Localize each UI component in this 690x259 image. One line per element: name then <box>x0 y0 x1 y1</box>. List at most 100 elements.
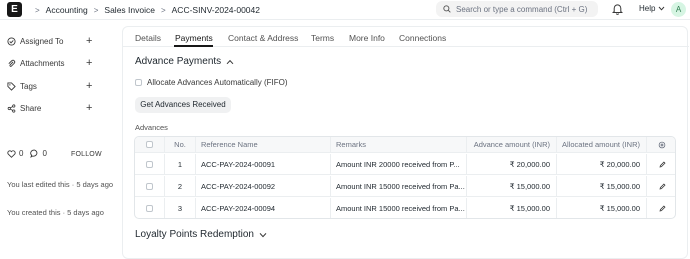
edit-icon[interactable] <box>659 205 666 212</box>
edit-icon[interactable] <box>659 160 666 168</box>
sidebar-assigned-to[interactable]: Assigned To <box>7 35 97 47</box>
row-remarks[interactable]: Amount INR 15000 received from Pa... <box>331 198 467 218</box>
search-icon <box>443 5 451 13</box>
row-checkbox[interactable] <box>146 182 153 190</box>
row-advance-amount[interactable]: ₹ 15,000.00 <box>467 176 557 196</box>
breadcrumb-accounting[interactable]: Accounting <box>46 5 88 15</box>
column-header-allocated: Allocated amount (INR) <box>557 137 647 152</box>
row-allocated-amount[interactable]: ₹ 20,000.00 <box>557 154 647 174</box>
allocate-advances-checkbox[interactable] <box>135 79 142 86</box>
last-edited-text: You last edited this · 5 days ago <box>7 180 114 189</box>
avatar[interactable]: A <box>671 2 686 17</box>
advance-payments-title: Advance Payments <box>135 56 222 67</box>
breadcrumb-sales-invoice[interactable]: Sales Invoice <box>104 5 155 15</box>
chevron-up-icon <box>226 59 234 64</box>
app-logo[interactable]: E <box>7 2 22 17</box>
row-reference[interactable]: ACC-PAY-2024-00091 <box>196 154 331 174</box>
tab-more-info[interactable]: More Info <box>349 33 385 43</box>
chevron-down-icon <box>659 6 665 11</box>
row-select-cell <box>135 154 165 174</box>
chevron-right-icon: > <box>160 5 166 15</box>
row-advance-amount[interactable]: ₹ 15,000.00 <box>467 198 557 218</box>
column-header-remarks: Remarks <box>331 137 467 152</box>
form-panel: Details Payments Contact & Address Terms… <box>122 26 689 259</box>
row-remarks[interactable]: Amount INR 20000 received from P... <box>331 154 467 174</box>
tab-connections[interactable]: Connections <box>399 33 446 43</box>
advance-payments-header[interactable]: Advance Payments <box>135 56 234 67</box>
row-reference[interactable]: ACC-PAY-2024-00092 <box>196 176 331 196</box>
comments-count: 0 <box>42 149 47 158</box>
column-settings-cell <box>647 137 675 152</box>
assign-icon <box>7 36 17 46</box>
table-header: No. Reference Name Remarks Advance amoun… <box>135 137 675 153</box>
active-tab-indicator <box>174 45 213 47</box>
allocate-advances-field[interactable]: Allocate Advances Automatically (FIFO) <box>135 78 288 87</box>
comment-icon[interactable] <box>30 149 39 158</box>
row-edit-cell <box>647 154 675 174</box>
row-select-cell <box>135 198 165 218</box>
chevron-right-icon: > <box>35 5 40 15</box>
sidebar-tags[interactable]: Tags <box>7 80 97 92</box>
row-remarks[interactable]: Amount INR 15000 received from Pa... <box>331 176 467 196</box>
row-allocated-amount[interactable]: ₹ 15,000.00 <box>557 176 647 196</box>
table-row[interactable]: 2 ACC-PAY-2024-00092 Amount INR 15000 re… <box>135 176 675 197</box>
allocate-advances-label: Allocate Advances Automatically (FIFO) <box>147 78 288 87</box>
tab-contact-address[interactable]: Contact & Address <box>228 33 298 43</box>
sidebar-attachments-label: Attachments <box>20 58 65 68</box>
row-checkbox[interactable] <box>146 205 153 212</box>
heart-icon[interactable] <box>7 149 16 158</box>
row-reference[interactable]: ACC-PAY-2024-00094 <box>196 198 331 218</box>
column-header-no: No. <box>165 137 196 152</box>
follow-button[interactable]: FOLLOW <box>71 151 102 158</box>
table-row[interactable]: 3 ACC-PAY-2024-00094 Amount INR 15000 re… <box>135 198 675 218</box>
sidebar-assigned-to-label: Assigned To <box>20 36 64 46</box>
help-label: Help <box>639 4 656 13</box>
add-assignee-icon[interactable]: + <box>86 35 92 47</box>
help-menu[interactable]: Help <box>639 4 665 13</box>
row-edit-cell <box>647 198 675 218</box>
share-icon <box>7 103 17 113</box>
get-advances-button[interactable]: Get Advances Received <box>135 97 231 113</box>
table-row[interactable]: 1 ACC-PAY-2024-00091 Amount INR 20000 re… <box>135 154 675 175</box>
add-attachment-icon[interactable]: + <box>86 57 92 69</box>
chevron-right-icon: > <box>93 5 99 15</box>
breadcrumb: > Accounting > Sales Invoice > ACC-SINV-… <box>29 3 260 17</box>
created-text: You created this · 5 days ago <box>7 208 104 217</box>
tab-details[interactable]: Details <box>135 33 161 43</box>
advances-table: No. Reference Name Remarks Advance amoun… <box>134 136 676 219</box>
loyalty-points-title: Loyalty Points Redemption <box>135 229 254 240</box>
social-stats: 0 0 <box>7 149 47 158</box>
add-share-icon[interactable]: + <box>86 102 92 114</box>
tag-icon <box>7 81 17 91</box>
row-no: 2 <box>165 176 196 196</box>
row-allocated-amount[interactable]: ₹ 15,000.00 <box>557 198 647 218</box>
row-edit-cell <box>647 176 675 196</box>
column-header-reference: Reference Name <box>196 137 331 152</box>
select-all-checkbox[interactable] <box>146 141 153 148</box>
sidebar-share[interactable]: Share <box>7 102 97 114</box>
tab-payments[interactable]: Payments <box>175 33 213 43</box>
row-select-cell <box>135 176 165 196</box>
row-no: 3 <box>165 198 196 218</box>
breadcrumb-document[interactable]: ACC-SINV-2024-00042 <box>172 5 260 15</box>
edit-icon[interactable] <box>659 182 666 190</box>
tab-terms[interactable]: Terms <box>311 33 334 43</box>
advances-table-label: Advances <box>135 123 168 132</box>
top-navbar: E > Accounting > Sales Invoice > ACC-SIN… <box>0 0 690 20</box>
loyalty-points-header[interactable]: Loyalty Points Redemption <box>135 229 267 240</box>
row-no: 1 <box>165 154 196 174</box>
search-input[interactable] <box>456 4 596 14</box>
form-sidebar: Assigned To + Attachments + Tags + Share… <box>0 20 122 259</box>
add-tag-icon[interactable]: + <box>86 80 92 92</box>
row-advance-amount[interactable]: ₹ 20,000.00 <box>467 154 557 174</box>
chevron-down-icon <box>259 232 267 237</box>
select-all-cell <box>135 137 165 152</box>
gear-icon[interactable] <box>658 141 666 149</box>
form-tabs: Details Payments Contact & Address Terms… <box>123 27 689 47</box>
bell-icon[interactable] <box>612 3 623 15</box>
row-checkbox[interactable] <box>146 160 153 168</box>
paperclip-icon <box>7 59 17 68</box>
search-bar[interactable] <box>436 1 598 17</box>
column-header-advance: Advance amount (INR) <box>467 137 557 152</box>
sidebar-attachments[interactable]: Attachments <box>7 57 97 69</box>
